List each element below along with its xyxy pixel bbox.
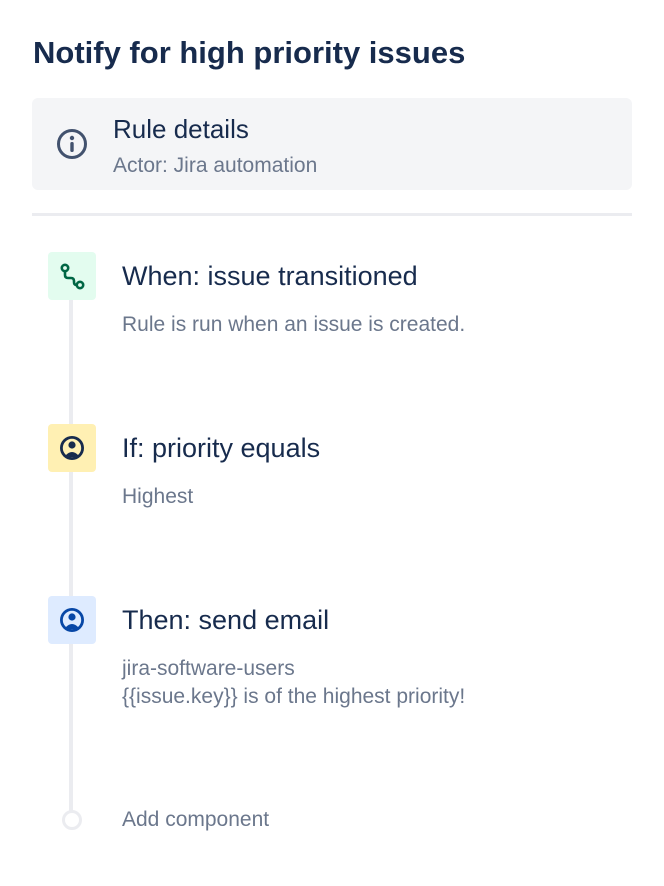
action-step-icon[interactable] [48,596,96,644]
rule-details-title: Rule details [113,114,249,144]
timeline-line [69,272,73,812]
action-step-recipient: jira-software-users [122,657,295,680]
action-step-message: {{issue.key}} is of the highest priority… [122,685,466,708]
automation-rule-page: Notify for high priority issues Rule det… [0,0,664,886]
branch-icon [57,261,87,291]
trigger-step-description: Rule is run when an issue is created. [122,313,466,336]
rule-title: Notify for high priority issues [33,35,466,70]
add-component-button[interactable]: Add component [122,806,269,834]
condition-step-description: Highest [122,485,194,508]
user-circle-icon [57,433,87,463]
action-step-title[interactable]: Then: send email [122,603,329,637]
trigger-step-title[interactable]: When: issue transitioned [122,259,418,293]
trigger-step-icon[interactable] [48,252,96,300]
user-circle-icon [57,605,87,635]
rule-details-actor: Actor: Jira automation [113,154,318,177]
divider [32,213,632,216]
condition-step-icon[interactable] [48,424,96,472]
info-icon [55,127,89,161]
condition-step-title[interactable]: If: priority equals [122,431,320,465]
add-component-dot [62,810,82,830]
